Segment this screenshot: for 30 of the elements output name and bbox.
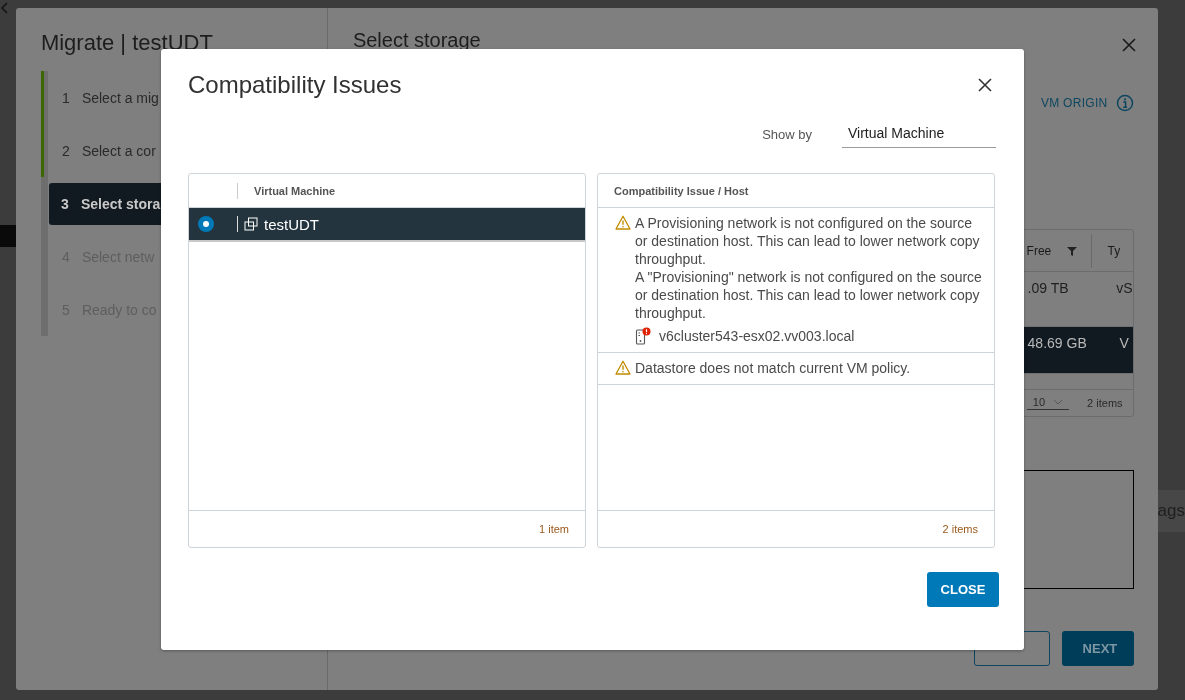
vm-origin-link[interactable]: VM ORIGIN xyxy=(1040,96,1108,110)
next-button[interactable]: NEXT xyxy=(1061,631,1134,666)
item-count: 2 items xyxy=(1087,397,1123,409)
close-icon[interactable] xyxy=(978,78,992,92)
issue-message: Datastore does not match current VM policy. xyxy=(635,359,911,377)
column-header[interactable]: Compatibility Issue / Host xyxy=(614,184,749,197)
vm-icon xyxy=(244,217,258,231)
column-header[interactable]: Free xyxy=(1026,243,1067,258)
vm-row[interactable]: testUDT xyxy=(189,208,585,242)
page-title: Select storage xyxy=(352,28,481,52)
item-count: 1 item xyxy=(539,523,569,535)
radio-button[interactable] xyxy=(198,216,214,232)
issue-message: A "Provisioning" network is not configured on the source or destination host. This can lead to lower network copy throughput. xyxy=(635,268,983,322)
dialog-title: Compatibility Issues xyxy=(188,71,402,99)
caret-icon xyxy=(1053,399,1064,405)
item-count: 2 items xyxy=(942,523,978,535)
host-error-icon xyxy=(635,327,651,345)
show-by-label: Show by xyxy=(762,127,812,142)
issue-message: A Provisioning network is not configured on the source or destination host. This can lead to lower network copy throughput. xyxy=(635,214,981,268)
warning-icon xyxy=(615,215,631,230)
warning-icon xyxy=(615,360,631,375)
filter-icon[interactable] xyxy=(1066,245,1077,256)
close-button[interactable]: CLOSE xyxy=(927,572,999,607)
show-by-select[interactable]: Virtual Machine xyxy=(842,121,996,148)
page-size-select[interactable]: 10 xyxy=(1026,396,1070,410)
info-icon[interactable] xyxy=(1115,94,1134,112)
wizard-title: Migrate | testUDT xyxy=(40,30,214,56)
column-header[interactable]: Virtual Machine xyxy=(254,184,336,197)
host-name: v6cluster543-esx02.vv003.local xyxy=(659,327,855,345)
column-header[interactable]: Ty xyxy=(1107,243,1121,258)
